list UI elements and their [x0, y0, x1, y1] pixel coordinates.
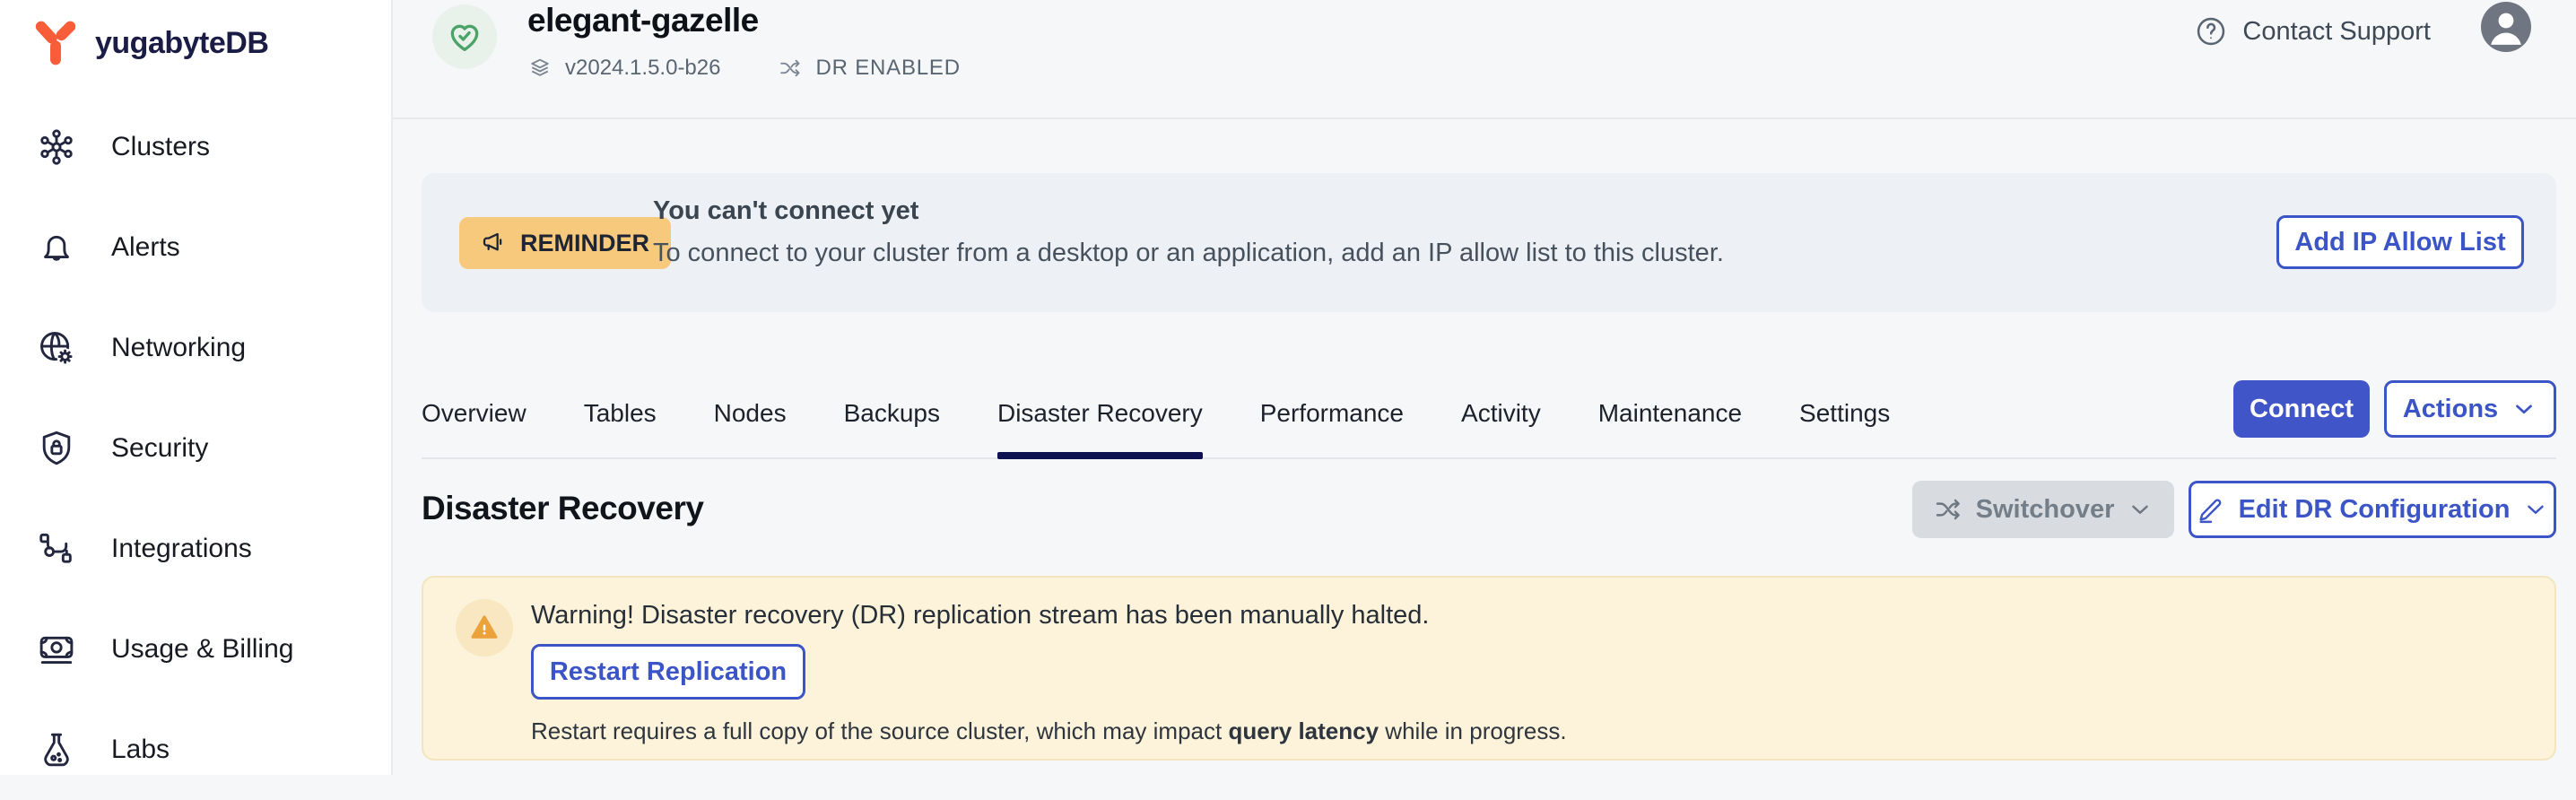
tabs: Overview Tables Nodes Backups Disaster R…: [422, 375, 1890, 457]
reminder-badge-label: REMINDER: [520, 230, 649, 257]
actions-menu-button[interactable]: Actions: [2384, 380, 2556, 438]
cluster-meta: v2024.1.5.0-b26 DR ENABLED: [527, 56, 961, 81]
reminder-title: You can't connect yet: [653, 196, 1724, 226]
tab-backups[interactable]: Backups: [844, 375, 940, 457]
cluster-health-badge: [432, 4, 497, 69]
clusters-icon: [36, 126, 77, 168]
contact-support-label: Contact Support: [2242, 17, 2431, 47]
warning-icon-circle: [456, 599, 513, 657]
shield-lock-icon: [36, 428, 77, 469]
switchover-button[interactable]: Switchover: [1912, 481, 2174, 538]
connect-button[interactable]: Connect: [2233, 380, 2370, 438]
switchover-shuffle-icon: [1933, 494, 1963, 525]
dr-warning-banner: Warning! Disaster recovery (DR) replicat…: [422, 576, 2556, 761]
cluster-version: v2024.1.5.0-b26: [565, 56, 720, 81]
sidebar-item-label: Labs: [111, 735, 170, 765]
sidebar-item-label: Integrations: [111, 534, 252, 564]
cluster-tabbar: Overview Tables Nodes Backups Disaster R…: [422, 377, 2556, 459]
warning-note-emphasis: query latency: [1228, 717, 1379, 744]
chevron-down-icon: [2127, 496, 2154, 523]
yugabytedb-logo-icon: [32, 20, 79, 66]
sidebar-item-label: Networking: [111, 333, 246, 363]
tab-nodes[interactable]: Nodes: [714, 375, 787, 457]
reminder-message: To connect to your cluster from a deskto…: [653, 239, 1724, 268]
brand-name: yugabyteDB: [95, 26, 268, 61]
help-circle-icon: [2194, 14, 2228, 48]
tab-disaster-recovery[interactable]: Disaster Recovery: [997, 375, 1203, 457]
tab-overview[interactable]: Overview: [422, 375, 527, 457]
integrations-icon: [36, 528, 77, 570]
globe-gear-icon: [36, 327, 77, 369]
chevron-down-icon: [2511, 396, 2537, 422]
switchover-label: Switchover: [1976, 495, 2115, 525]
flask-icon: [36, 729, 77, 770]
sidebar-item-label: Alerts: [111, 232, 180, 263]
actions-menu-label: Actions: [2403, 395, 2498, 424]
sidebar-item-networking[interactable]: Networking: [0, 298, 391, 398]
tab-settings[interactable]: Settings: [1799, 375, 1890, 457]
cluster-name: elegant-gazelle: [527, 2, 759, 39]
tab-tables[interactable]: Tables: [584, 375, 657, 457]
tab-maintenance[interactable]: Maintenance: [1598, 375, 1742, 457]
sidebar-nav: Clusters Alerts Networking: [0, 97, 391, 800]
megaphone-icon: [481, 229, 509, 257]
person-icon: [2481, 2, 2531, 52]
sidebar-item-label: Clusters: [111, 132, 210, 162]
add-ip-allow-list-button[interactable]: Add IP Allow List: [2276, 215, 2524, 269]
warning-title: Warning! Disaster recovery (DR) replicat…: [531, 601, 1429, 630]
restart-replication-button[interactable]: Restart Replication: [531, 644, 805, 700]
brand-logo[interactable]: yugabyteDB: [0, 0, 391, 66]
warning-note: Restart requires a full copy of the sour…: [531, 717, 1567, 745]
page-actions: Switchover Edit DR Configuration: [1912, 481, 2556, 538]
sidebar-item-clusters[interactable]: Clusters: [0, 97, 391, 197]
warning-note-suffix: while in progress.: [1379, 717, 1567, 744]
page-title: Disaster Recovery: [422, 490, 703, 527]
warning-triangle-icon: [469, 613, 500, 643]
sidebar-item-security[interactable]: Security: [0, 398, 391, 499]
sidebar: yugabyteDB Clusters Alerts N: [0, 0, 393, 775]
pencil-icon: [2196, 494, 2226, 525]
reminder-texts: You can't connect yet To connect to your…: [653, 196, 1724, 268]
reminder-badge: REMINDER: [459, 217, 671, 269]
banknote-icon: [36, 629, 77, 670]
tab-performance[interactable]: Performance: [1260, 375, 1404, 457]
sidebar-item-alerts[interactable]: Alerts: [0, 197, 391, 298]
sidebar-item-usage-billing[interactable]: Usage & Billing: [0, 599, 391, 700]
edit-dr-configuration-label: Edit DR Configuration: [2239, 495, 2511, 525]
contact-support-link[interactable]: Contact Support: [2194, 14, 2431, 48]
sidebar-item-labs[interactable]: Labs: [0, 700, 391, 800]
warning-note-prefix: Restart requires a full copy of the sour…: [531, 717, 1228, 744]
dr-status-badge: DR ENABLED: [815, 56, 960, 81]
page-head: Disaster Recovery Switchover Edit DR Con…: [422, 481, 2556, 542]
heart-check-icon: [446, 18, 483, 56]
sidebar-item-label: Security: [111, 433, 208, 464]
cluster-header: elegant-gazelle v2024.1.5.0-b26 DR ENABL…: [393, 0, 2576, 119]
sidebar-item-label: Usage & Billing: [111, 634, 293, 665]
user-avatar[interactable]: [2481, 2, 2531, 52]
sidebar-item-integrations[interactable]: Integrations: [0, 499, 391, 599]
tab-activity[interactable]: Activity: [1461, 375, 1541, 457]
layers-icon: [527, 56, 553, 81]
reminder-banner: REMINDER You can't connect yet To connec…: [422, 173, 2556, 312]
bell-icon: [36, 227, 77, 268]
dr-shuffle-icon: [778, 56, 803, 81]
tabbar-actions: Connect Actions: [2233, 380, 2556, 438]
edit-dr-configuration-button[interactable]: Edit DR Configuration: [2189, 481, 2556, 538]
chevron-down-icon: [2522, 496, 2549, 523]
